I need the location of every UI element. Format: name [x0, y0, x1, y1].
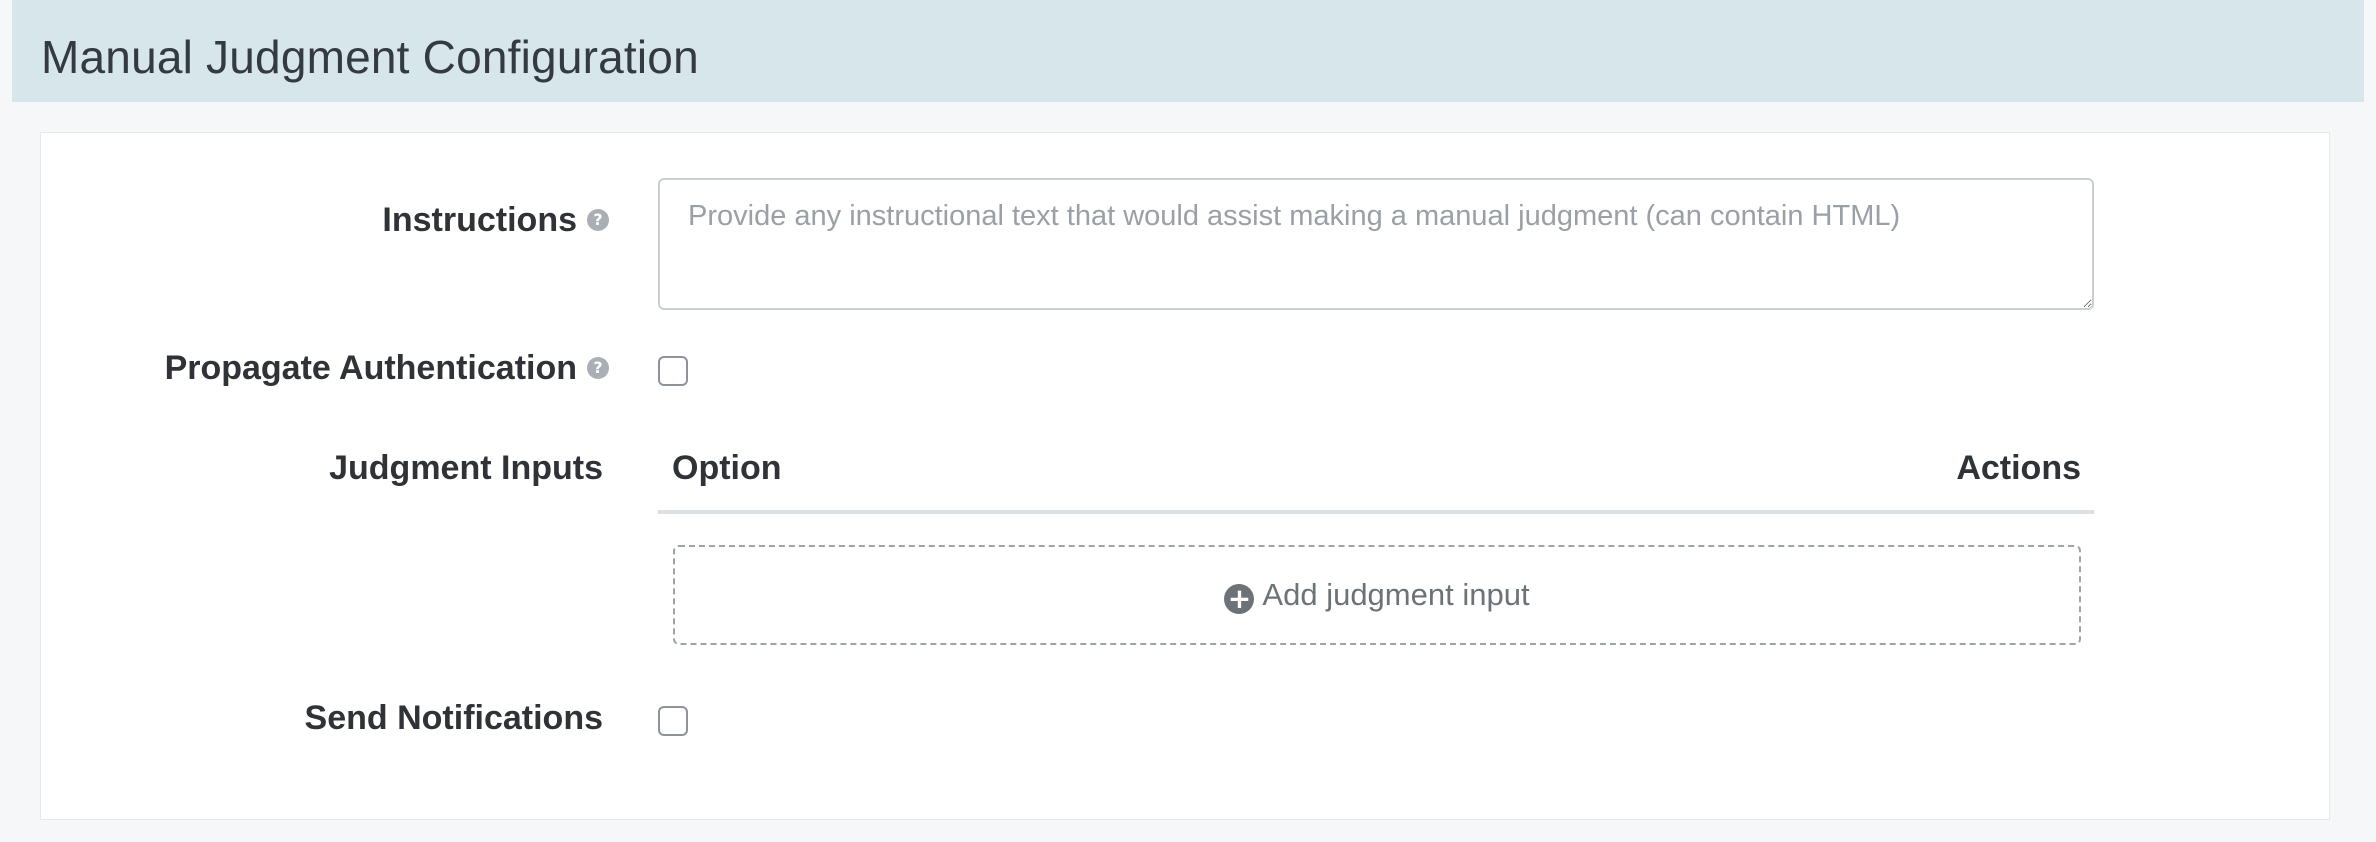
- add-judgment-input-button[interactable]: + Add judgment input: [673, 545, 2081, 645]
- plus-circle-icon: +: [1224, 584, 1255, 614]
- table-header-divider: [658, 510, 2094, 514]
- propagate-authentication-help-icon[interactable]: ?: [587, 357, 609, 379]
- instructions-textarea[interactable]: [658, 178, 2094, 310]
- propagate-authentication-checkbox[interactable]: [658, 356, 688, 386]
- add-judgment-input-label: Add judgment input: [1262, 577, 1530, 612]
- instructions-help-icon[interactable]: ?: [587, 209, 609, 231]
- judgment-inputs-label: Judgment Inputs: [329, 449, 603, 487]
- send-notifications-checkbox[interactable]: [658, 706, 688, 736]
- send-notifications-label: Send Notifications: [304, 699, 603, 737]
- add-judgment-input-content: + Add judgment input: [675, 577, 2079, 614]
- option-column-header: Option: [672, 449, 782, 487]
- manual-judgment-page: Manual Judgment Configuration Instructio…: [0, 0, 2376, 842]
- actions-column-header: Actions: [1956, 449, 2081, 487]
- section-title: Manual Judgment Configuration: [41, 31, 699, 83]
- instructions-label: Instructions: [382, 201, 577, 239]
- configuration-panel: Instructions ? Propagate Authentication …: [40, 132, 2330, 820]
- section-header: Manual Judgment Configuration: [12, 0, 2364, 102]
- propagate-authentication-label: Propagate Authentication: [164, 349, 577, 387]
